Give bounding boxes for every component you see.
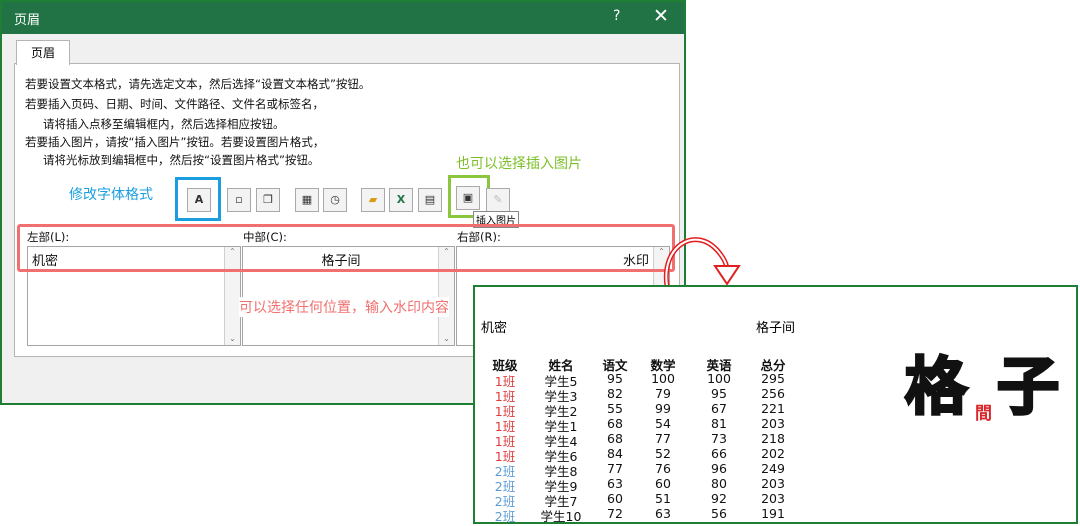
page-number-button[interactable]: ▫ — [227, 188, 251, 212]
table-cell: 55 — [607, 401, 623, 416]
file-name-button[interactable]: X — [389, 188, 413, 212]
table-cell: 77 — [655, 431, 671, 446]
table-cell: 203 — [761, 491, 785, 506]
close-icon[interactable]: ✕ — [653, 5, 669, 27]
page-number-icon: ▫ — [235, 193, 243, 206]
calendar-icon: ▦ — [301, 193, 313, 206]
folder-icon: ▰ — [368, 193, 378, 206]
table-cell: 249 — [761, 461, 785, 476]
clock-icon: ◷ — [330, 193, 340, 206]
score-table: 班级 姓名 语文 数学 英语 总分 1班 学生5 95 100 100 295 1班 学生3 82 79 95 2… — [475, 287, 815, 524]
table-cell: 51 — [655, 491, 671, 506]
table-cell: 203 — [761, 476, 785, 491]
watermark-logo: 格 間 子 — [903, 347, 1073, 437]
scroll-down-icon[interactable]: ⌄ — [225, 334, 240, 343]
format-picture-icon: ✎ — [493, 193, 503, 206]
table-cell: 77 — [607, 461, 623, 476]
table-cell: 60 — [607, 491, 623, 506]
table-cell: 66 — [711, 446, 727, 461]
excel-icon: X — [396, 193, 406, 206]
page-count-icon: ❐ — [263, 193, 273, 206]
annotation-insert-picture: 也可以选择插入图片 — [456, 156, 582, 172]
table-cell: 256 — [761, 386, 785, 401]
scroll-down-icon[interactable]: ⌄ — [439, 334, 454, 343]
help-icon[interactable]: ? — [613, 8, 620, 24]
header-fields-highlight — [17, 224, 675, 272]
date-button[interactable]: ▦ — [295, 188, 319, 212]
format-picture-button[interactable]: ✎ — [486, 188, 510, 212]
table-cell: 79 — [655, 386, 671, 401]
table-cell: 100 — [707, 371, 731, 386]
dialog-title: 页眉 — [14, 13, 41, 28]
instruction-line: 请将光标放到编辑框中，然后按“设置图片格式”按钮。 — [43, 153, 320, 167]
table-cell: 95 — [607, 371, 623, 386]
table-cell: 99 — [655, 401, 671, 416]
table-cell: 2班 — [494, 509, 516, 524]
annotation-format-font: 修改字体格式 — [69, 187, 153, 203]
sheet-icon: ▤ — [424, 193, 436, 206]
table-cell: 72 — [607, 506, 623, 521]
table-cell: 73 — [711, 431, 727, 446]
red-arrow-icon — [663, 237, 741, 287]
print-preview: 机密 格子间 格 間 子 班级 姓名 语文 数学 英语 总分 1班 学生5 95 100 100 29… — [473, 285, 1078, 524]
time-button[interactable]: ◷ — [323, 188, 347, 212]
table-cell: 52 — [655, 446, 671, 461]
table-cell: 56 — [711, 506, 727, 521]
table-cell: 92 — [711, 491, 727, 506]
table-cell: 68 — [607, 416, 623, 431]
table-cell: 54 — [655, 416, 671, 431]
table-cell: 80 — [711, 476, 727, 491]
table-cell: 67 — [711, 401, 727, 416]
table-cell: 68 — [607, 431, 623, 446]
table-cell: 84 — [607, 446, 623, 461]
table-cell: 202 — [761, 446, 785, 461]
table-cell: 295 — [761, 371, 785, 386]
table-cell: 82 — [607, 386, 623, 401]
format-text-button[interactable]: A — [187, 188, 211, 212]
table-cell: 100 — [651, 371, 675, 386]
table-cell: 95 — [711, 386, 727, 401]
instruction-line: 请将插入点移至编辑框内，然后选择相应按钮。 — [43, 117, 285, 131]
file-path-button[interactable]: ▰ — [361, 188, 385, 212]
table-cell: 81 — [711, 416, 727, 431]
annotation-position-hint: 可以选择任何位置，输入水印内容 — [239, 297, 449, 317]
table-cell: 60 — [655, 476, 671, 491]
table-cell: 221 — [761, 401, 785, 416]
table-cell: 学生10 — [540, 509, 582, 524]
instruction-line: 若要设置文本格式，请先选定文本，然后选择“设置文本格式”按钮。 — [25, 77, 371, 91]
instruction-line: 若要插入图片，请按“插入图片”按钮。若要设置图片格式， — [25, 135, 325, 149]
watermark-char: 格 — [903, 349, 968, 425]
table-cell: 96 — [711, 461, 727, 476]
page-count-button[interactable]: ❐ — [256, 188, 280, 212]
insert-picture-button[interactable]: ▣ — [456, 186, 480, 210]
watermark-char: 子 — [995, 349, 1060, 425]
table-cell: 63 — [607, 476, 623, 491]
table-cell: 218 — [761, 431, 785, 446]
table-cell: 203 — [761, 416, 785, 431]
instruction-line: 若要插入页码、日期、时间、文件路径、文件名或标签名， — [25, 97, 324, 111]
table-cell: 63 — [655, 506, 671, 521]
sheet-name-button[interactable]: ▤ — [418, 188, 442, 212]
tab-header[interactable]: 页眉 — [16, 40, 70, 65]
table-cell: 76 — [655, 461, 671, 476]
title-bar: 页眉 ? ✕ — [2, 2, 684, 34]
picture-icon: ▣ — [462, 191, 474, 204]
watermark-char: 間 — [975, 404, 992, 424]
table-cell: 191 — [761, 506, 785, 521]
